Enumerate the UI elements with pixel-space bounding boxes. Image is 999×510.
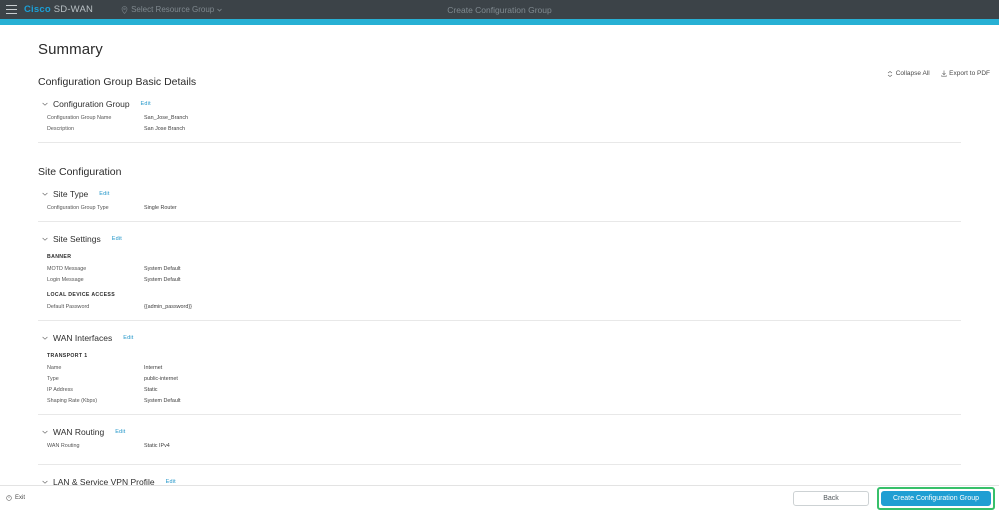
detail-value: San Jose Branch — [144, 125, 186, 132]
detail-key: Name — [47, 364, 62, 371]
detail-value: public-internet — [144, 375, 178, 382]
brand-logo[interactable]: Cisco SD-WAN — [24, 4, 93, 15]
detail-key: Description — [47, 125, 74, 132]
create-configuration-group-highlight: Create Configuration Group — [877, 486, 995, 510]
collapse-all-label: Collapse All — [895, 70, 930, 77]
collapse-all-icon — [888, 70, 893, 77]
detail-key: Configuration Group Type — [47, 204, 109, 211]
section-header[interactable]: WAN Interfaces Edit — [38, 330, 961, 346]
detail-value: System Default — [144, 265, 181, 272]
subsection-heading-transport-1: TRANSPORT 1 — [47, 353, 88, 359]
section-header[interactable]: WAN Routing Edit — [38, 424, 961, 440]
section-wan-interfaces[interactable]: WAN Interfaces Edit TRANSPORT 1 Name Int… — [38, 330, 961, 415]
detail-key: Shaping Rate (Kbps) — [47, 397, 98, 404]
section-lan-service-vpn-profile[interactable]: LAN & Service VPN Profile Edit SERVICE V… — [38, 474, 961, 485]
section-title: WAN Interfaces — [53, 333, 113, 343]
edit-link[interactable]: Edit — [115, 429, 125, 435]
chevron-down-icon[interactable] — [41, 236, 48, 243]
create-configuration-group-button[interactable]: Create Configuration Group — [881, 490, 991, 506]
chevron-down-icon[interactable] — [41, 335, 48, 342]
detail-row: Type public-internet — [38, 373, 961, 384]
section-body: WAN Routing Static IPv4 — [38, 440, 961, 459]
section-body: Configuration Group Name San_Jose_Branch… — [38, 112, 961, 137]
export-to-pdf-label: Export to PDF — [949, 70, 990, 77]
detail-value: Internet — [144, 364, 163, 371]
detail-value: Static IPv4 — [144, 442, 170, 449]
resource-group-selector[interactable]: Select Resource Group — [121, 5, 223, 14]
detail-value: System Default — [144, 276, 181, 283]
detail-row: Shaping Rate (Kbps) System Default — [38, 395, 961, 406]
detail-row: Configuration Group Name San_Jose_Branch — [38, 112, 961, 123]
exit-label: Exit — [15, 495, 26, 501]
detail-key: Default Password — [47, 303, 90, 310]
detail-row: Login Message System Default — [38, 274, 961, 285]
hamburger-icon[interactable] — [6, 5, 17, 14]
section-body: TRANSPORT 1 Name Internet Type public-in… — [38, 353, 961, 409]
detail-row: IP Address Static — [38, 384, 961, 395]
brand-name-cisco: Cisco — [24, 4, 51, 15]
chevron-down-icon[interactable] — [41, 191, 48, 198]
detail-row: Configuration Group Type Single Router — [38, 202, 961, 213]
detail-value: Static — [144, 386, 158, 393]
detail-row: Description San Jose Branch — [38, 123, 961, 134]
detail-row: WAN Routing Static IPv4 — [38, 440, 961, 451]
exit-button[interactable]: Exit — [6, 495, 25, 501]
detail-key: IP Address — [47, 386, 73, 393]
detail-key: Login Message — [47, 276, 84, 283]
section-configuration-group[interactable]: Configuration Group Edit Configuration G… — [38, 96, 961, 143]
edit-link[interactable]: Edit — [141, 101, 151, 107]
section-body: Configuration Group Type Single Router — [38, 202, 961, 216]
section-body: BANNER MOTD Message System Default Login… — [38, 254, 961, 315]
section-header[interactable]: Site Settings Edit — [38, 231, 961, 247]
page-scroll-area[interactable]: Summary Collapse All Export to PDF Confi… — [0, 25, 999, 485]
export-to-pdf-button[interactable]: Export to PDF — [940, 70, 990, 77]
subsection-heading-local-device-access: LOCAL DEVICE ACCESS — [47, 292, 116, 298]
export-pdf-icon — [940, 70, 947, 77]
edit-link[interactable]: Edit — [99, 191, 109, 197]
section-site-type[interactable]: Site Type Edit Configuration Group Type … — [38, 186, 961, 222]
group-title-site-configuration: Site Configuration — [38, 166, 122, 178]
page-actions: Collapse All Export to PDF — [887, 70, 990, 77]
chevron-down-icon — [217, 8, 223, 12]
section-header[interactable]: LAN & Service VPN Profile Edit — [38, 474, 961, 485]
chevron-down-icon[interactable] — [41, 429, 48, 436]
section-header[interactable]: Site Type Edit — [38, 186, 961, 202]
detail-value: {{admin_password}} — [144, 303, 192, 310]
section-wan-routing[interactable]: WAN Routing Edit WAN Routing Static IPv4 — [38, 424, 961, 465]
brand-name-sdwan: SD-WAN — [53, 4, 94, 15]
page-title: Summary — [38, 41, 103, 58]
section-site-settings[interactable]: Site Settings Edit BANNER MOTD Message S… — [38, 231, 961, 321]
footer-bar: Exit Back Create Configuration Group — [0, 485, 999, 510]
detail-key: Type — [47, 375, 59, 382]
summary-content: Summary Collapse All Export to PDF Confi… — [0, 25, 999, 485]
detail-row: Name Internet — [38, 362, 961, 373]
detail-row: MOTD Message System Default — [38, 263, 961, 274]
top-navigation-bar: Cisco SD-WAN Select Resource Group Creat… — [0, 0, 999, 19]
detail-row: Default Password {{admin_password}} — [38, 301, 961, 312]
back-button[interactable]: Back — [793, 490, 869, 506]
detail-value: System Default — [144, 397, 181, 404]
collapse-all-button[interactable]: Collapse All — [887, 70, 930, 77]
detail-key: Configuration Group Name — [47, 114, 112, 121]
edit-link[interactable]: Edit — [112, 236, 122, 242]
section-title: LAN & Service VPN Profile — [53, 477, 155, 485]
detail-value: Single Router — [144, 204, 177, 211]
detail-key: WAN Routing — [47, 442, 80, 449]
resource-group-label: Select Resource Group — [131, 5, 215, 14]
chevron-down-icon[interactable] — [41, 101, 48, 108]
detail-value: San_Jose_Branch — [144, 114, 189, 121]
edit-link[interactable]: Edit — [123, 335, 133, 341]
subsection-heading-banner: BANNER — [47, 254, 72, 260]
exit-icon — [6, 495, 12, 501]
section-title: Configuration Group — [53, 99, 130, 109]
section-header[interactable]: Configuration Group Edit — [38, 96, 961, 112]
location-pin-icon — [121, 5, 128, 14]
footer-actions: Back Create Configuration Group — [793, 486, 999, 510]
section-title: Site Type — [53, 189, 89, 199]
group-title-basic-details: Configuration Group Basic Details — [38, 76, 197, 88]
detail-key: MOTD Message — [47, 265, 87, 272]
section-title: WAN Routing — [53, 427, 105, 437]
section-title: Site Settings — [53, 234, 101, 244]
